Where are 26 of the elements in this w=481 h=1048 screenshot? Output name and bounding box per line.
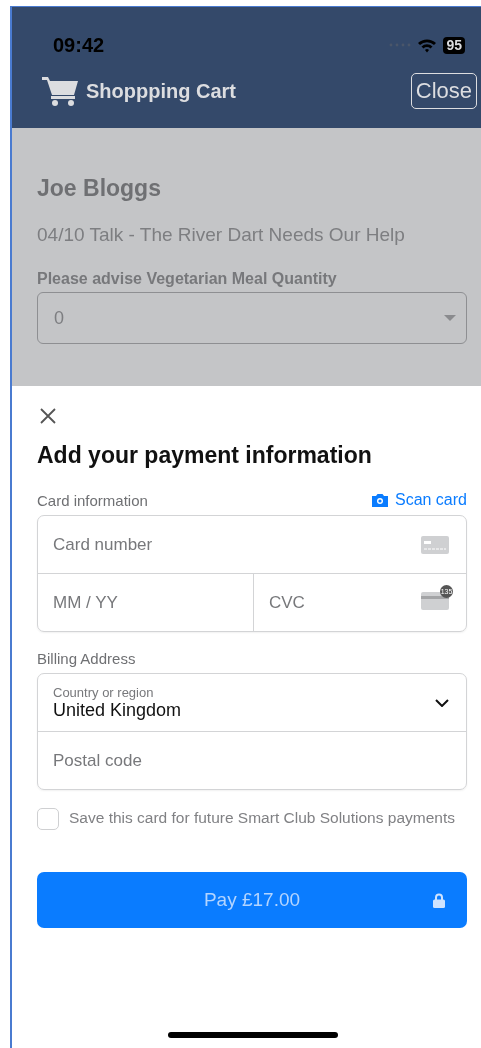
- close-button[interactable]: Close: [410, 73, 477, 109]
- card-icon: [421, 535, 449, 554]
- page-title: Shoppping Cart: [86, 79, 236, 103]
- scan-card-link[interactable]: Scan card: [370, 491, 467, 509]
- cart-icon: [42, 75, 78, 107]
- lock-icon: [433, 893, 445, 908]
- customer-name: Joe Bloggs: [37, 175, 162, 202]
- chevron-down-icon: [435, 698, 449, 707]
- field-label: Card information: [37, 491, 148, 509]
- field-label: Please advise Vegetarian Meal Quantity: [37, 270, 338, 288]
- battery-level: 95: [443, 36, 465, 54]
- expiry-field[interactable]: MM / YY: [38, 574, 254, 631]
- event-title: 04/10 Talk - The River Dart Needs Our Help: [37, 224, 406, 246]
- wifi-icon: [417, 37, 438, 53]
- camera-icon: [370, 493, 389, 507]
- close-icon[interactable]: [40, 408, 56, 424]
- status-time: 09:42: [53, 33, 105, 57]
- save-card-label: Save this card for future Smart Club Solutions payments: [69, 808, 455, 828]
- postal-code-field[interactable]: Postal code: [38, 732, 466, 789]
- field-label: Billing Address: [37, 650, 137, 667]
- quantity-select[interactable]: 0: [37, 292, 467, 344]
- dropdown-arrow-icon: [444, 315, 456, 321]
- sheet-title: Add your payment information: [37, 442, 373, 469]
- country-select[interactable]: Country or region United Kingdom: [38, 674, 466, 732]
- card-number-field[interactable]: Card number: [38, 516, 466, 574]
- save-card-checkbox[interactable]: [37, 808, 59, 830]
